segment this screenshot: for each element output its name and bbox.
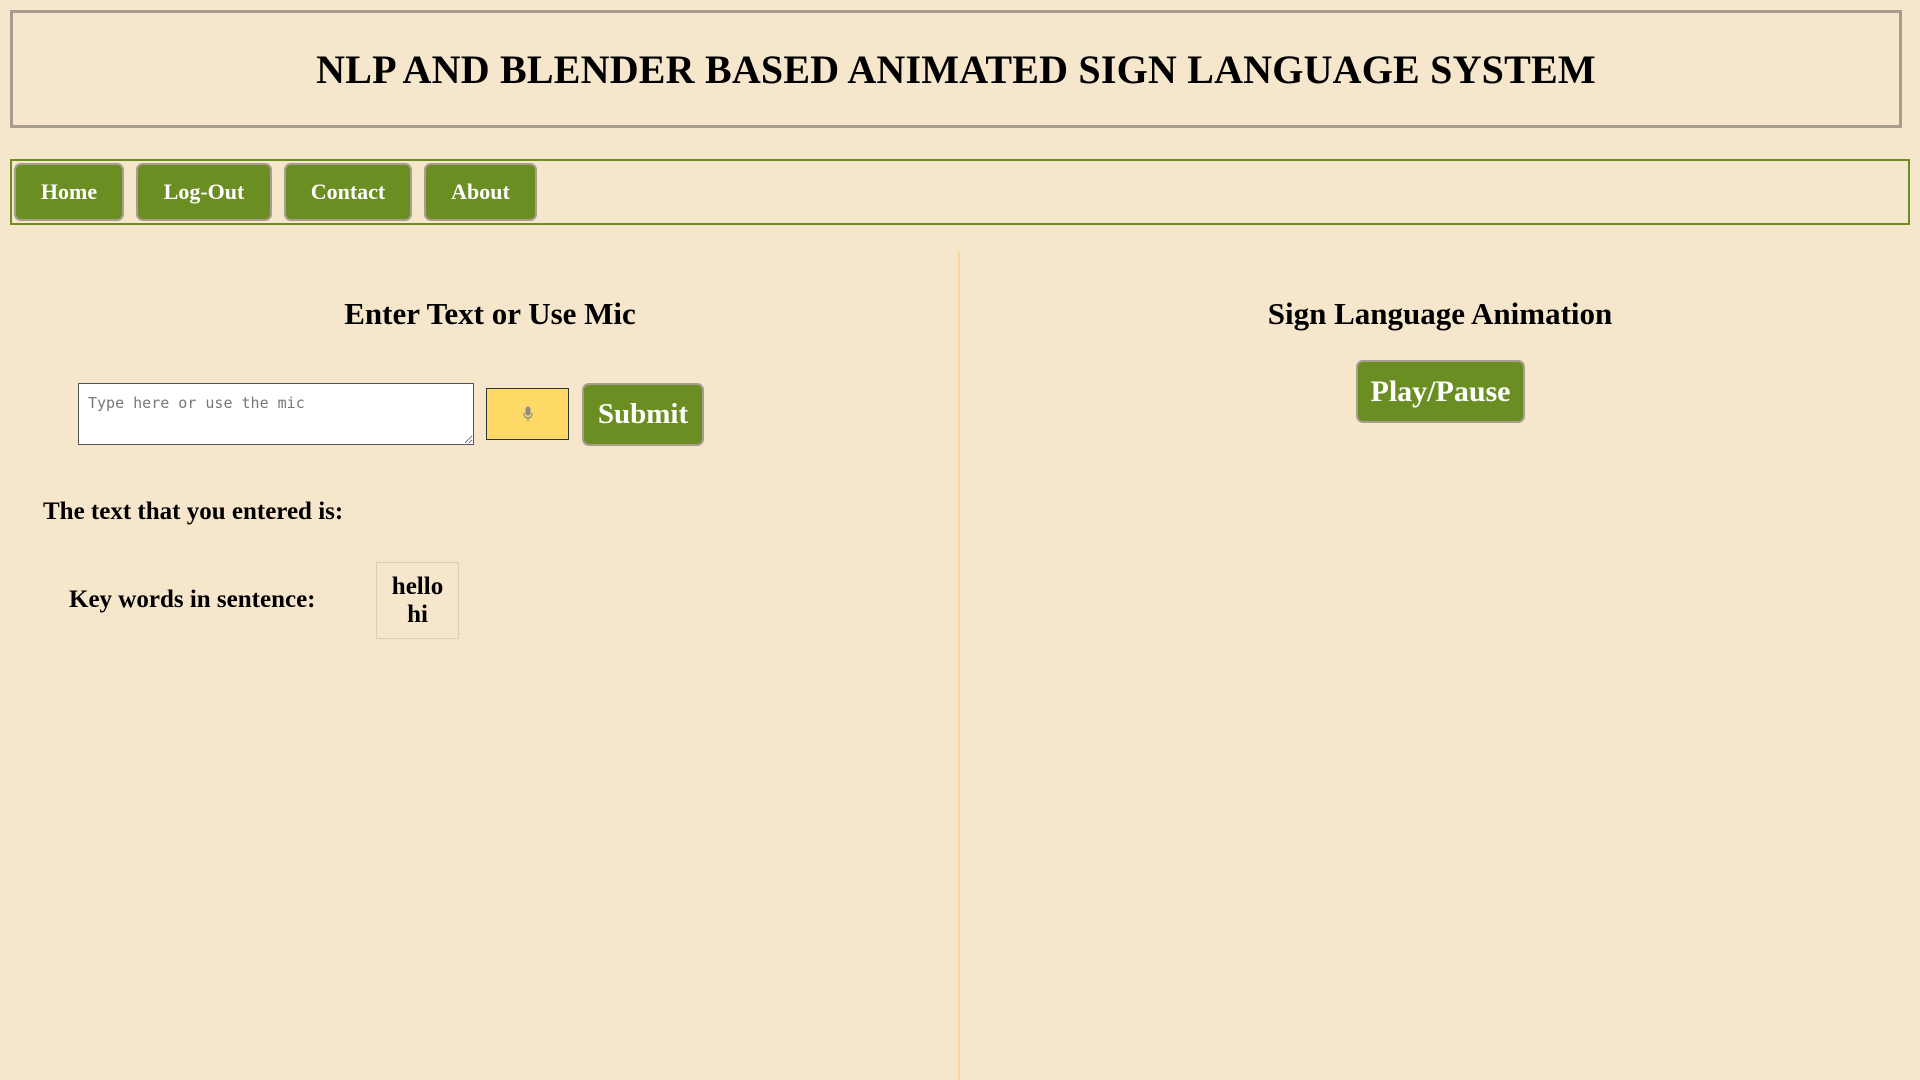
nav-logout-button[interactable]: Log-Out [136,163,272,221]
input-panel-title: Enter Text or Use Mic [344,296,636,331]
nav-about-button[interactable]: About [424,163,537,221]
page-header: NLP AND BLENDER BASED ANIMATED SIGN LANG… [10,10,1902,128]
keywords-box: hello hi [376,562,459,639]
nav-contact-button[interactable]: Contact [284,163,412,221]
keyword-item: hi [407,600,428,628]
entered-text-label-text: The text that you entered is: [43,498,344,525]
play-pause-button[interactable]: Play/Pause [1356,360,1525,423]
panel-divider [958,251,960,1080]
text-input[interactable] [78,383,474,445]
submit-button[interactable]: Submit [582,383,704,446]
page: NLP AND BLENDER BASED ANIMATED SIGN LANG… [0,0,1920,1080]
keywords-label: Key words in sentence: [69,586,316,613]
mic-button[interactable] [486,388,569,440]
nav-home-button[interactable]: Home [14,163,124,221]
animation-panel-title: Sign Language Animation [1267,296,1613,331]
navigation-bar: Home Log-Out Contact About [10,159,1910,225]
entered-text-label: The text that you entered is: [43,498,343,526]
microphone-icon [522,406,533,421]
keyword-item: hello [391,572,444,600]
page-title: NLP AND BLENDER BASED ANIMATED SIGN LANG… [316,46,1596,92]
